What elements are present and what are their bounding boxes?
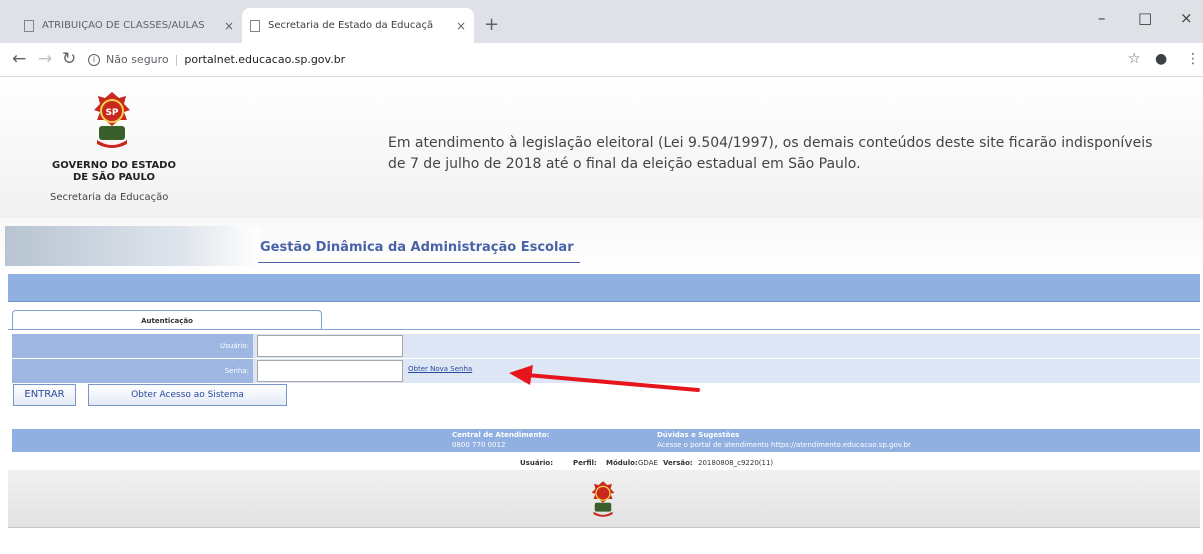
- central-phone: 0800 770 0012: [452, 441, 506, 449]
- browser-tab-secretaria[interactable]: Secretaria de Estado da Educaçã ×: [242, 8, 474, 43]
- status-version-label: Versão:: [663, 459, 693, 467]
- info-icon[interactable]: i: [88, 53, 100, 66]
- central-label: Central de Atendimento:: [452, 431, 550, 439]
- support-bar: Central de Atendimento: 0800 770 0012 Dú…: [12, 429, 1200, 452]
- enter-button[interactable]: ENTRAR: [13, 384, 76, 406]
- doubts-link[interactable]: Acesse o portal de atendimento https://a…: [657, 441, 911, 449]
- tab-divider: [8, 329, 1200, 330]
- tab-close-icon[interactable]: ×: [456, 19, 466, 33]
- status-module-label: Módulo:: [606, 459, 638, 467]
- browser-toolbar: ← → ↻ i Não seguro | portalnet.educacao.…: [0, 43, 1203, 77]
- new-password-link[interactable]: Obter Nova Senha: [408, 365, 472, 373]
- site-header: SP GOVERNO DO ESTADO DE SÃO PAULO Secret…: [0, 78, 1203, 218]
- status-user-label: Usuário:: [520, 459, 554, 467]
- status-profile-label: Perfil:: [573, 459, 597, 467]
- maximize-icon[interactable]: □: [1138, 9, 1152, 27]
- status-row: Usuário: Perfil: Módulo: GDAE Versão: 20…: [8, 458, 1200, 470]
- sao-paulo-seal-icon: SP: [94, 92, 130, 148]
- url-text: portalnet.educacao.sp.gov.br: [184, 53, 346, 66]
- doubts-label: Dúvidas e Sugestões: [657, 431, 740, 439]
- system-banner: Gestão Dinâmica da Administração Escolar: [0, 218, 1203, 273]
- password-label: Senha:: [12, 359, 253, 383]
- org-name: GOVERNO DO ESTADO DE SÃO PAULO: [46, 160, 182, 184]
- browser-tab-atribuicao[interactable]: ATRIBUIÇÃO DE CLASSES/AULAS ×: [16, 8, 242, 43]
- request-access-button[interactable]: Obter Acesso ao Sistema: [88, 384, 287, 406]
- user-input[interactable]: [257, 335, 403, 357]
- security-status: Não seguro: [106, 53, 169, 66]
- back-icon[interactable]: ←: [12, 49, 26, 69]
- page-icon: [24, 19, 34, 32]
- system-title: Gestão Dinâmica da Administração Escolar: [260, 240, 574, 255]
- page-icon: [250, 19, 260, 32]
- password-input[interactable]: [257, 360, 403, 382]
- menu-bar: [8, 274, 1200, 302]
- forward-icon[interactable]: →: [38, 49, 52, 69]
- status-version-value: 20180808_c9220(11): [698, 459, 774, 467]
- site-footer: [8, 470, 1200, 528]
- minimize-icon[interactable]: –: [1098, 9, 1106, 27]
- tab-title: ATRIBUIÇÃO DE CLASSES/AULAS: [42, 20, 205, 31]
- tab-title: Secretaria de Estado da Educaçã: [268, 20, 434, 31]
- org-name-line1: GOVERNO DO ESTADO: [52, 160, 176, 171]
- divider: |: [174, 53, 179, 66]
- account-icon[interactable]: ●: [1155, 51, 1167, 67]
- banner-pillars-image: [5, 226, 260, 266]
- new-tab-icon[interactable]: +: [484, 14, 499, 35]
- reload-icon[interactable]: ↻: [62, 49, 76, 69]
- department-name: Secretaria da Educação: [50, 192, 169, 203]
- user-label: Usuário:: [12, 334, 253, 358]
- user-row: Usuário:: [12, 334, 1200, 358]
- browser-tabstrip: ATRIBUIÇÃO DE CLASSES/AULAS × Secretaria…: [0, 0, 1203, 43]
- bookmark-star-icon[interactable]: ☆: [1128, 51, 1141, 67]
- tab-close-icon[interactable]: ×: [224, 19, 234, 33]
- tab-autenticacao[interactable]: Autenticação: [12, 310, 322, 330]
- status-module-value: GDAE: [638, 459, 658, 467]
- annotation-arrow-icon: [509, 365, 700, 392]
- address-bar[interactable]: i Não seguro | portalnet.educacao.sp.gov…: [88, 48, 1088, 71]
- menu-icon[interactable]: ⋮: [1186, 51, 1200, 67]
- footer-seal-icon: [591, 481, 615, 517]
- org-name-line2: DE SÃO PAULO: [72, 172, 156, 183]
- svg-text:SP: SP: [105, 108, 118, 118]
- electoral-notice: Em atendimento à legislação eleitoral (L…: [388, 135, 1153, 172]
- close-window-icon[interactable]: ×: [1180, 9, 1193, 27]
- title-underline: [258, 262, 580, 263]
